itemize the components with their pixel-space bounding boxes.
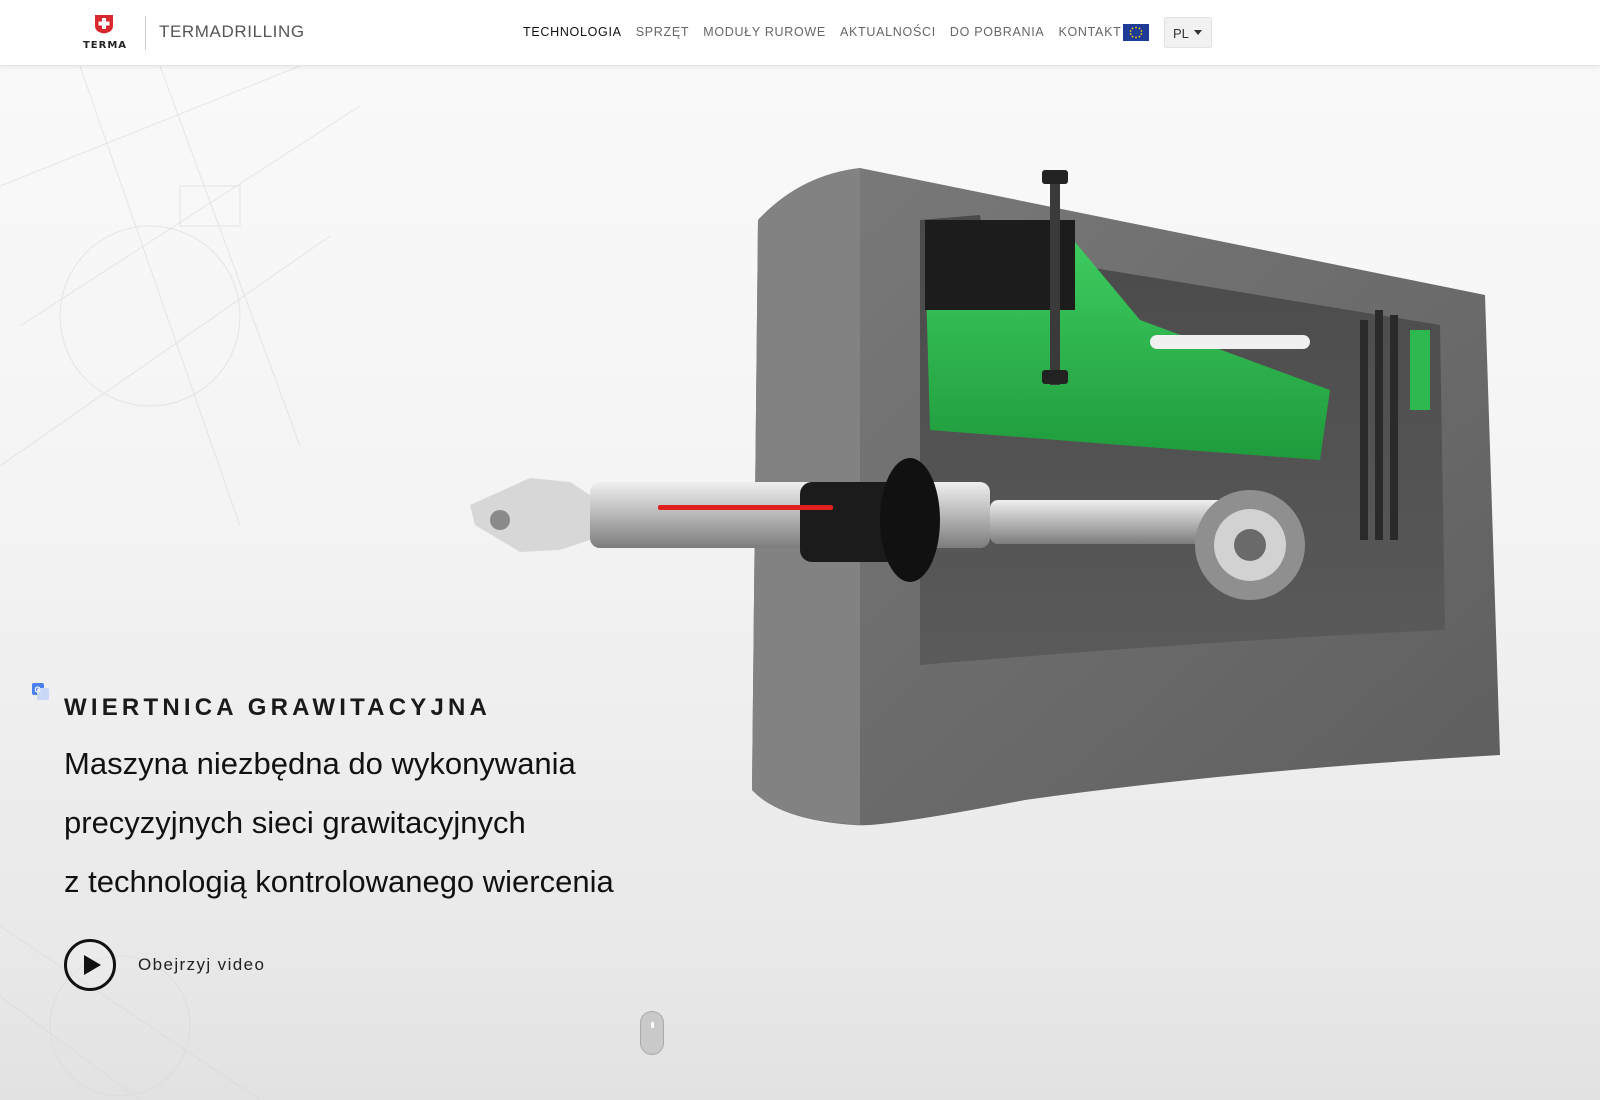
eu-flag-icon[interactable] — [1123, 24, 1149, 41]
nav-item-do-pobrania[interactable]: DO POBRANIA — [950, 25, 1045, 39]
svg-text:G: G — [35, 686, 41, 695]
scroll-mouse-icon[interactable] — [640, 1011, 664, 1055]
main-nav: TECHNOLOGIA SPRZĘT MODUŁY RUROWE AKTUALN… — [523, 25, 1135, 39]
brand-name[interactable]: TERMADRILLING — [159, 22, 305, 42]
brand-divider — [145, 16, 146, 50]
nav-item-technologia[interactable]: TECHNOLOGIA — [523, 25, 622, 39]
language-select[interactable]: PL — [1164, 17, 1212, 48]
swiss-cross-logo-icon — [95, 15, 113, 34]
watch-video-label: Obejrzyj video — [138, 955, 266, 974]
nav-item-sprzet[interactable]: SPRZĘT — [636, 25, 690, 39]
site-header: TERMA TERMADRILLING TECHNOLOGIA SPRZĘT M… — [0, 0, 1600, 66]
google-translate-icon[interactable]: G — [32, 683, 49, 700]
chevron-down-icon — [1194, 30, 1202, 35]
hero-line-2: precyzyjnych sieci grawitacyjnych — [64, 805, 526, 840]
drilling-machine-illustration — [470, 168, 1500, 826]
hero-line-3: z technologią kontrolowanego wiercenia — [64, 864, 614, 899]
nav-item-aktualnosci[interactable]: AKTUALNOŚCI — [840, 25, 936, 39]
hero-kicker: WIERTNICA GRAWITACYJNA — [64, 694, 492, 721]
nav-item-kontakt[interactable]: KONTAKT — [1058, 25, 1121, 39]
terma-logo[interactable]: TERMA — [77, 14, 133, 52]
hero-line-1: Maszyna niezbędna do wykonywania — [64, 746, 576, 781]
watch-video-link[interactable]: Obejrzyj video — [64, 939, 265, 991]
play-icon — [84, 955, 101, 975]
hero-description: Maszyna niezbędna do wykonywania precyzy… — [64, 734, 614, 911]
scroll-wheel — [651, 1022, 654, 1028]
nav-item-moduly-rurowe[interactable]: MODUŁY RUROWE — [703, 25, 826, 39]
language-value: PL — [1173, 26, 1189, 41]
logo-wordmark: TERMA — [82, 40, 128, 51]
play-button[interactable] — [64, 939, 116, 991]
